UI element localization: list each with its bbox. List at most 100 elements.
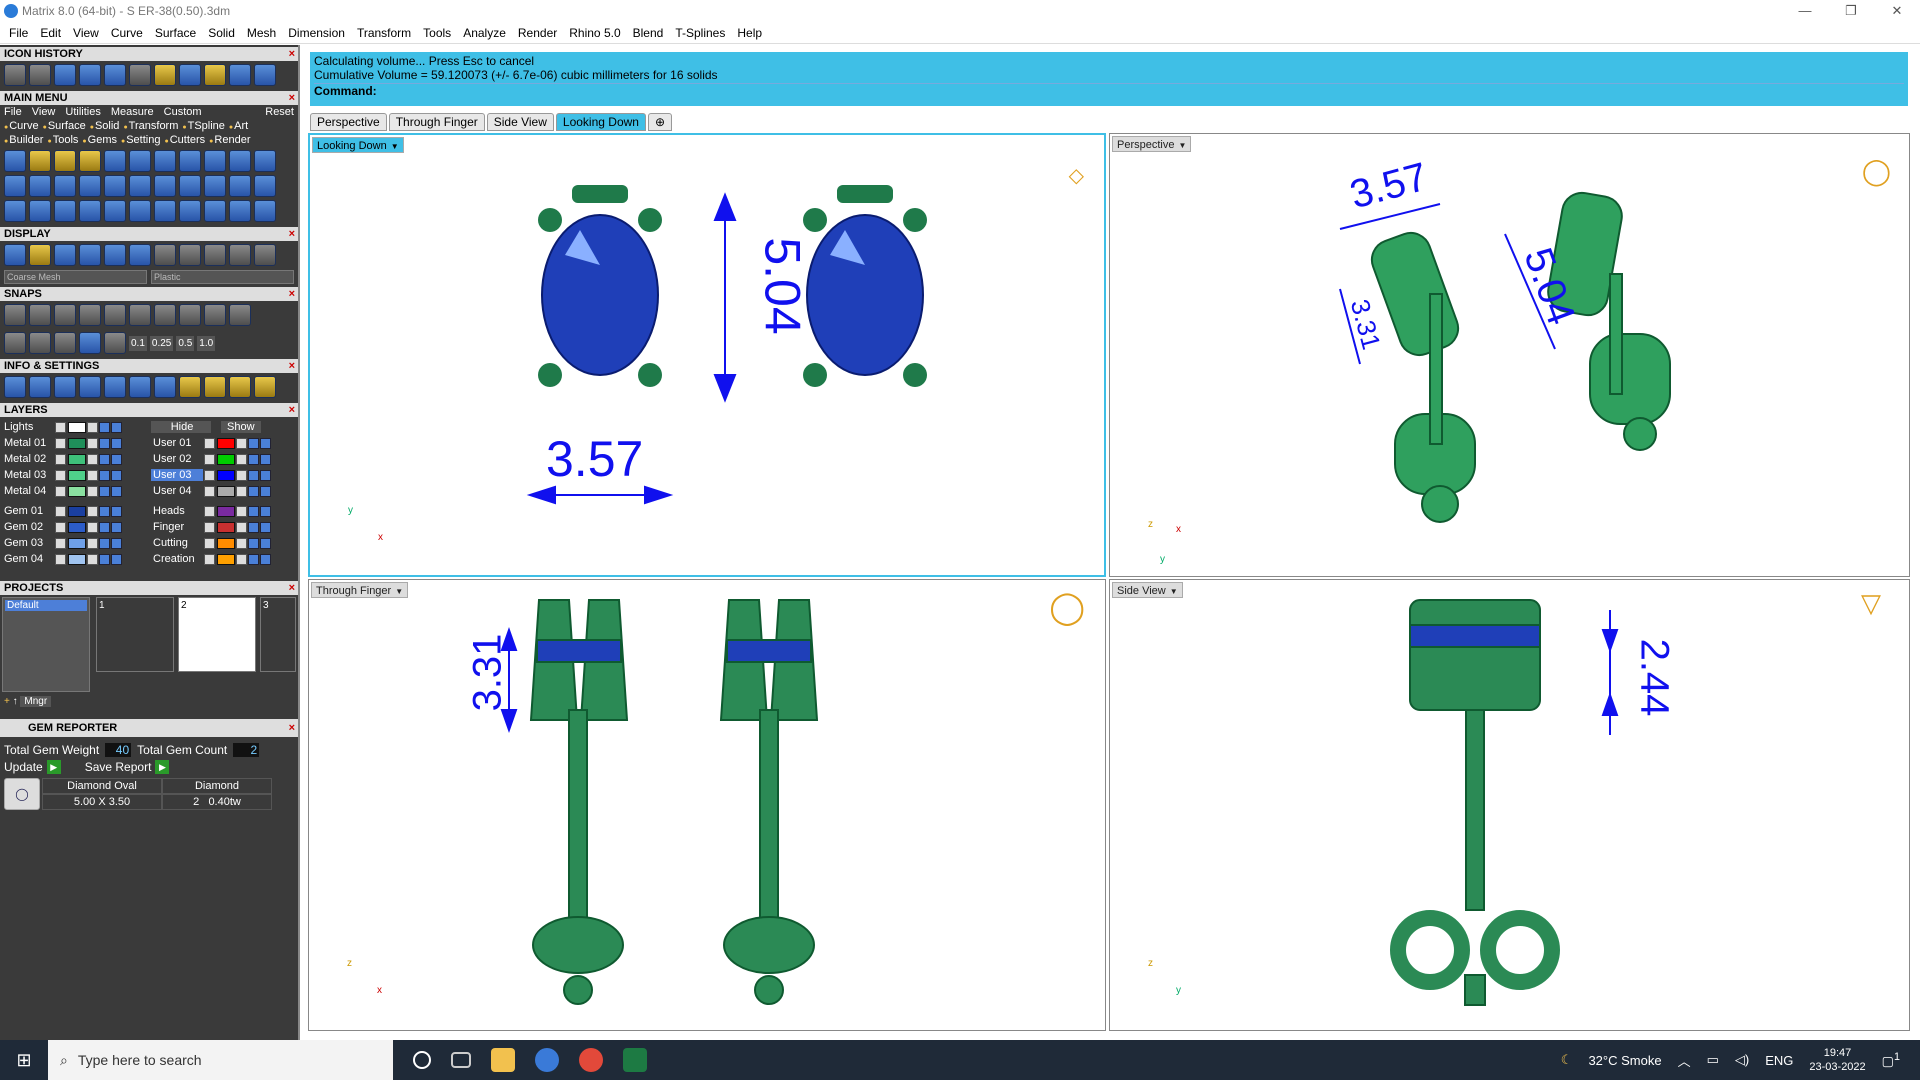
lock-icon[interactable] — [87, 537, 98, 549]
chrome-icon[interactable] — [579, 1048, 603, 1072]
cat-builder[interactable]: Builder — [4, 134, 43, 146]
layer-swatch[interactable] — [217, 505, 235, 517]
tool-icon[interactable] — [79, 376, 101, 398]
layer-row[interactable]: Metal 01 — [2, 435, 147, 451]
mm-view[interactable]: View — [32, 106, 56, 118]
arrow-right-icon[interactable] — [254, 64, 276, 86]
tool-icon[interactable] — [129, 244, 151, 266]
tool-icon[interactable] — [4, 376, 26, 398]
tool-icon[interactable] — [229, 150, 251, 172]
lock-icon[interactable] — [87, 421, 98, 433]
tool-icon[interactable] — [29, 64, 51, 86]
network-icon[interactable]: ▭ — [1707, 1052, 1719, 1068]
visible-icon[interactable] — [260, 505, 271, 517]
tool-icon[interactable] — [204, 376, 226, 398]
expand-icon[interactable] — [55, 469, 66, 481]
menu-mesh[interactable]: Mesh — [241, 22, 282, 44]
tool-icon[interactable] — [29, 150, 51, 172]
matrix-app-icon[interactable] — [535, 1048, 559, 1072]
menu-rhino[interactable]: Rhino 5.0 — [563, 22, 626, 44]
tab-add[interactable]: ⊕ — [647, 113, 673, 131]
hide-button[interactable]: Hide — [151, 421, 211, 433]
tool-icon[interactable] — [229, 376, 251, 398]
visible-icon[interactable] — [99, 485, 110, 497]
menu-tools[interactable]: Tools — [417, 22, 457, 44]
layer-swatch[interactable] — [217, 537, 235, 549]
layer-row[interactable]: User 04 — [151, 483, 296, 499]
tab-looking-down[interactable]: Looking Down — [555, 113, 646, 131]
tool-icon[interactable] — [79, 175, 101, 197]
mm-utilities[interactable]: Utilities — [65, 106, 100, 118]
taskbar-search[interactable]: ⌕ Type here to search — [48, 1040, 393, 1080]
ring-view-icon[interactable]: ◯ — [1862, 156, 1891, 187]
visible-icon[interactable] — [111, 505, 122, 517]
tool-icon[interactable] — [29, 200, 51, 222]
snap-icon[interactable] — [54, 304, 76, 326]
layer-swatch[interactable] — [217, 437, 235, 449]
layer-row[interactable]: Creation — [151, 551, 296, 567]
material-icon[interactable] — [154, 244, 176, 266]
layer-row[interactable]: Heads — [151, 503, 296, 519]
expand-icon[interactable] — [204, 521, 215, 533]
menu-view[interactable]: View — [67, 22, 105, 44]
tool-icon[interactable] — [104, 376, 126, 398]
lock-icon[interactable] — [236, 553, 247, 565]
visible-icon[interactable] — [99, 469, 110, 481]
tool-icon[interactable] — [54, 150, 76, 172]
lock-icon[interactable] — [236, 537, 247, 549]
notification-icon[interactable]: ▢1 — [1882, 1051, 1900, 1069]
tool-icon[interactable] — [4, 200, 26, 222]
arrow-left-icon[interactable] — [229, 64, 251, 86]
expand-icon[interactable] — [204, 505, 215, 517]
snap-value[interactable]: 0.5 — [176, 335, 195, 351]
snap-icon[interactable] — [204, 304, 226, 326]
layer-swatch[interactable] — [68, 469, 86, 481]
tool-icon[interactable] — [179, 64, 201, 86]
tool-icon[interactable] — [79, 200, 101, 222]
tool-icon[interactable] — [79, 150, 101, 172]
tool-icon[interactable] — [29, 332, 51, 354]
restore-button[interactable]: ❐ — [1828, 0, 1874, 22]
material-icon[interactable] — [179, 244, 201, 266]
cat-tspline[interactable]: TSpline — [182, 120, 225, 132]
cat-gems[interactable]: Gems — [82, 134, 117, 146]
layer-swatch[interactable] — [217, 485, 235, 497]
sphere-icon[interactable] — [54, 244, 76, 266]
tool-icon[interactable] — [129, 150, 151, 172]
update-button[interactable]: Update ▶ — [4, 760, 61, 774]
search-icon[interactable] — [29, 376, 51, 398]
layer-swatch[interactable] — [68, 521, 86, 533]
visible-icon[interactable] — [260, 537, 271, 549]
tool-icon[interactable] — [229, 200, 251, 222]
layer-row[interactable]: Cutting — [151, 535, 296, 551]
tool-icon[interactable] — [104, 244, 126, 266]
tab-perspective[interactable]: Perspective — [310, 113, 387, 131]
menu-surface[interactable]: Surface — [149, 22, 202, 44]
close-icon[interactable]: × — [289, 403, 295, 417]
expand-icon[interactable] — [55, 453, 66, 465]
menu-tsplines[interactable]: T-Splines — [669, 22, 731, 44]
snap-icon[interactable] — [229, 304, 251, 326]
layer-row[interactable]: User 01 — [151, 435, 296, 451]
weather-text[interactable]: 32°C Smoke — [1588, 1053, 1661, 1068]
tool-icon[interactable] — [29, 244, 51, 266]
cat-solid[interactable]: Solid — [90, 120, 119, 132]
volume-icon[interactable]: ◁) — [1735, 1052, 1749, 1068]
cat-render[interactable]: Render — [209, 134, 250, 146]
tool-icon[interactable] — [254, 175, 276, 197]
expand-icon[interactable] — [204, 469, 215, 481]
layer-swatch[interactable] — [68, 553, 86, 565]
layer-row[interactable]: Gem 03 — [2, 535, 147, 551]
lock-icon[interactable] — [87, 485, 98, 497]
menu-solid[interactable]: Solid — [202, 22, 241, 44]
layer-row[interactable]: Gem 04 — [2, 551, 147, 567]
expand-icon[interactable] — [55, 421, 66, 433]
close-icon[interactable]: × — [289, 91, 295, 105]
material-icon[interactable] — [254, 244, 276, 266]
menu-help[interactable]: Help — [731, 22, 768, 44]
tool-icon[interactable] — [129, 376, 151, 398]
folder-icon[interactable] — [104, 64, 126, 86]
project-thumb[interactable]: 3 — [260, 597, 296, 672]
expand-icon[interactable] — [204, 485, 215, 497]
visible-icon[interactable] — [111, 537, 122, 549]
